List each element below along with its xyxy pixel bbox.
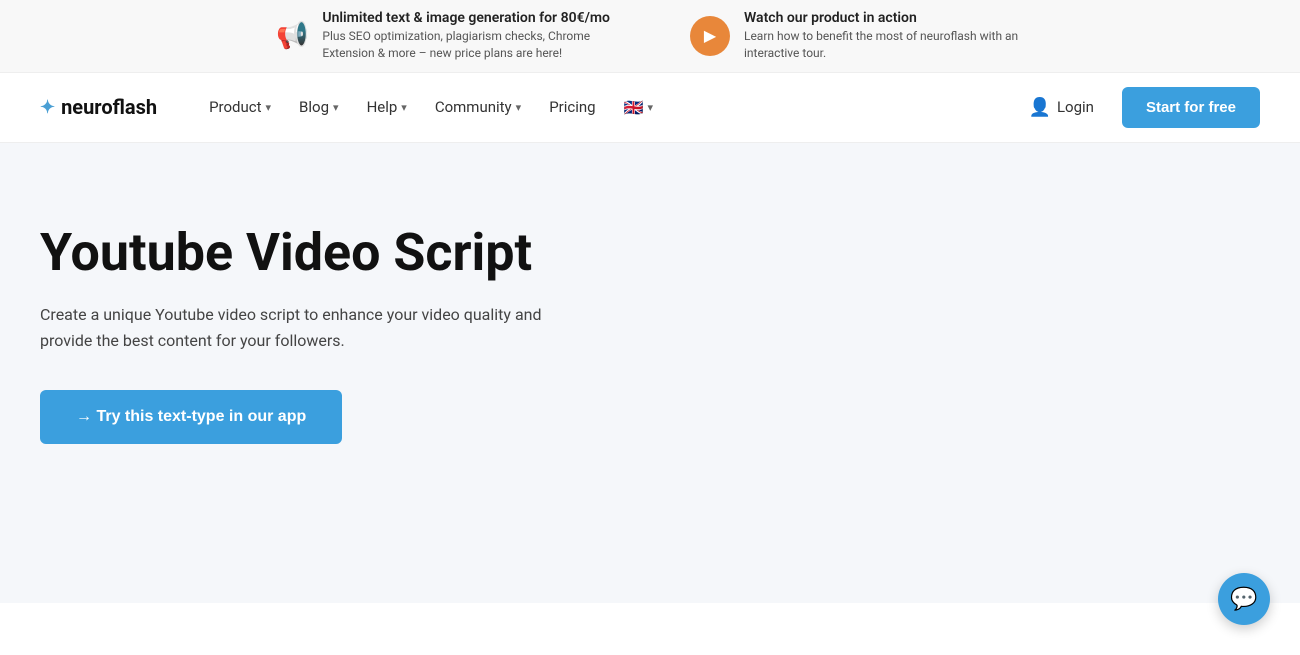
nav-label-blog: Blog <box>299 98 329 116</box>
nav-item-language[interactable]: 🇬🇧 ▾ <box>612 90 665 125</box>
nav-label-community: Community <box>435 98 512 116</box>
megaphone-icon: 📢 <box>276 21 308 51</box>
flag-uk-icon: 🇬🇧 <box>624 98 644 117</box>
nav-label-pricing: Pricing <box>549 98 595 116</box>
nav-item-blog[interactable]: Blog ▾ <box>287 90 351 124</box>
banner-title-2: Watch our product in action <box>744 10 1024 26</box>
nav-label-help: Help <box>367 98 398 116</box>
top-banner: 📢 Unlimited text & image generation for … <box>0 0 1300 73</box>
navbar: ✦ neuroflash Product ▾ Blog ▾ Help ▾ Com… <box>0 73 1300 143</box>
banner-subtitle-1: Plus SEO optimization, plagiarism checks… <box>322 28 602 62</box>
chevron-down-icon: ▾ <box>266 101 272 114</box>
chat-icon: 💬 <box>1230 587 1257 612</box>
chevron-down-icon: ▾ <box>401 101 407 114</box>
banner-text-1: Unlimited text & image generation for 80… <box>322 10 610 62</box>
start-free-button[interactable]: Start for free <box>1122 87 1260 128</box>
nav-item-product[interactable]: Product ▾ <box>197 90 283 124</box>
banner-title-1: Unlimited text & image generation for 80… <box>322 10 610 26</box>
login-label: Login <box>1057 98 1094 116</box>
nav-item-community[interactable]: Community ▾ <box>423 90 533 124</box>
hero-section: Youtube Video Script Create a unique You… <box>0 143 1300 603</box>
banner-text-2: Watch our product in action Learn how to… <box>744 10 1024 62</box>
chevron-down-icon: ▾ <box>333 101 339 114</box>
cta-button[interactable]: → Try this text-type in our app <box>40 390 342 444</box>
chevron-down-icon: ▾ <box>516 101 522 114</box>
hero-subtitle: Create a unique Youtube video script to … <box>40 302 560 353</box>
logo-icon: ✦ <box>40 97 55 118</box>
play-icon[interactable]: ▶ <box>690 16 730 56</box>
nav-item-pricing[interactable]: Pricing <box>537 90 607 124</box>
chat-bubble-button[interactable]: 💬 <box>1218 573 1270 625</box>
logo[interactable]: ✦ neuroflash <box>40 95 157 119</box>
nav-right: 👤 Login Start for free <box>1017 87 1260 128</box>
nav-links: Product ▾ Blog ▾ Help ▾ Community ▾ Pric… <box>197 90 1016 125</box>
chevron-down-icon: ▾ <box>648 101 654 114</box>
login-button[interactable]: 👤 Login <box>1017 89 1106 126</box>
logo-text: neuroflash <box>61 95 157 119</box>
hero-title: Youtube Video Script <box>40 223 640 283</box>
nav-item-help[interactable]: Help ▾ <box>355 90 419 124</box>
banner-item-text[interactable]: 📢 Unlimited text & image generation for … <box>276 10 610 62</box>
nav-label-product: Product <box>209 98 261 116</box>
banner-item-video[interactable]: ▶ Watch our product in action Learn how … <box>690 10 1024 62</box>
banner-subtitle-2: Learn how to benefit the most of neurofl… <box>744 28 1024 62</box>
user-icon: 👤 <box>1029 97 1051 118</box>
